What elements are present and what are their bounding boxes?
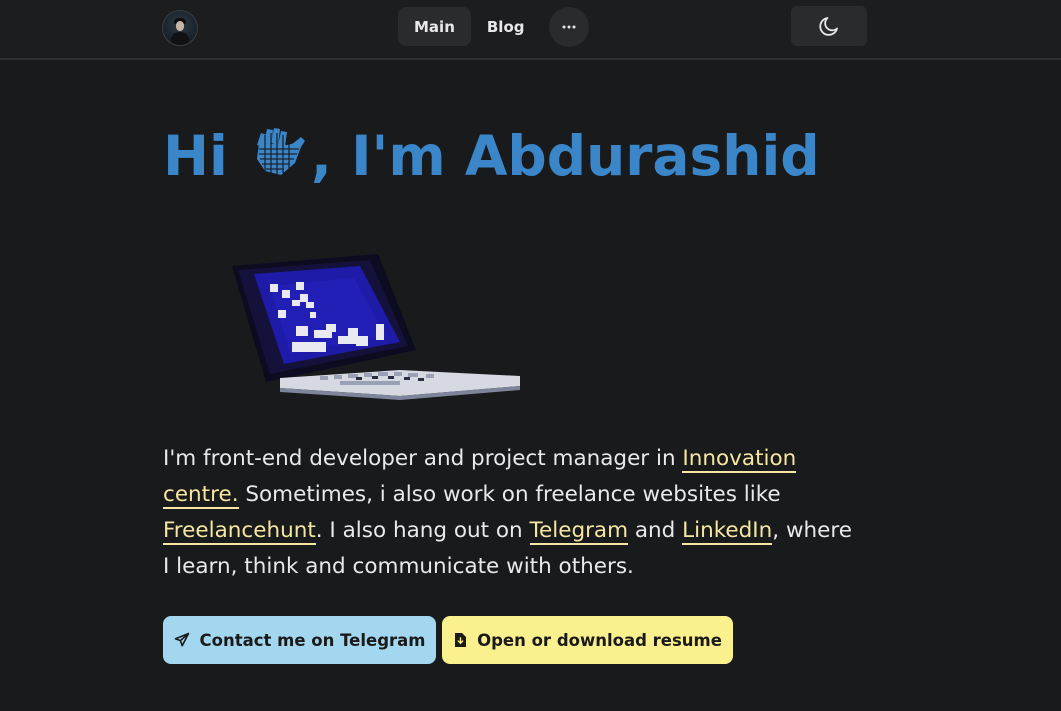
resume-label: Open or download resume	[477, 630, 722, 650]
file-download-icon	[453, 632, 467, 648]
telegram-link[interactable]: Telegram	[529, 518, 629, 545]
title-name: , I'm Abdurashid	[311, 124, 820, 188]
resume-button[interactable]: Open or download resume	[442, 616, 733, 664]
site-header: Main Blog	[0, 0, 1061, 60]
ellipsis-icon	[562, 25, 575, 28]
nav-item-blog[interactable]: Blog	[471, 7, 541, 46]
bio-part-2: Sometimes, i also work on freelance webs…	[238, 482, 781, 507]
bio-part-1: I'm front-end developer and project mana…	[163, 446, 683, 471]
moon-icon	[819, 17, 838, 36]
avatar-face	[176, 21, 184, 31]
avatar-body	[171, 32, 189, 45]
main-nav: Main Blog	[398, 6, 589, 47]
send-icon	[174, 632, 190, 648]
contact-telegram-label: Contact me on Telegram	[199, 630, 426, 650]
contact-telegram-button[interactable]: Contact me on Telegram	[163, 616, 436, 664]
title-greeting: Hi	[163, 124, 228, 188]
nav-item-main[interactable]: Main	[398, 7, 471, 46]
theme-toggle-button[interactable]	[791, 6, 867, 46]
page-title: Hi , I'm Abdurashid	[163, 120, 820, 196]
bio-text: I'm front-end developer and project mana…	[163, 441, 863, 585]
linkedin-link[interactable]: LinkedIn	[682, 518, 773, 545]
avatar[interactable]	[162, 10, 198, 46]
freelancehunt-link[interactable]: Freelancehunt	[163, 518, 316, 545]
bio-part-4: and	[628, 518, 683, 543]
bio-part-3: . I also hang out on	[315, 518, 530, 543]
pixel-laptop-illustration	[232, 254, 520, 400]
nav-more-button[interactable]	[548, 6, 589, 47]
waving-hand-icon	[251, 124, 309, 196]
